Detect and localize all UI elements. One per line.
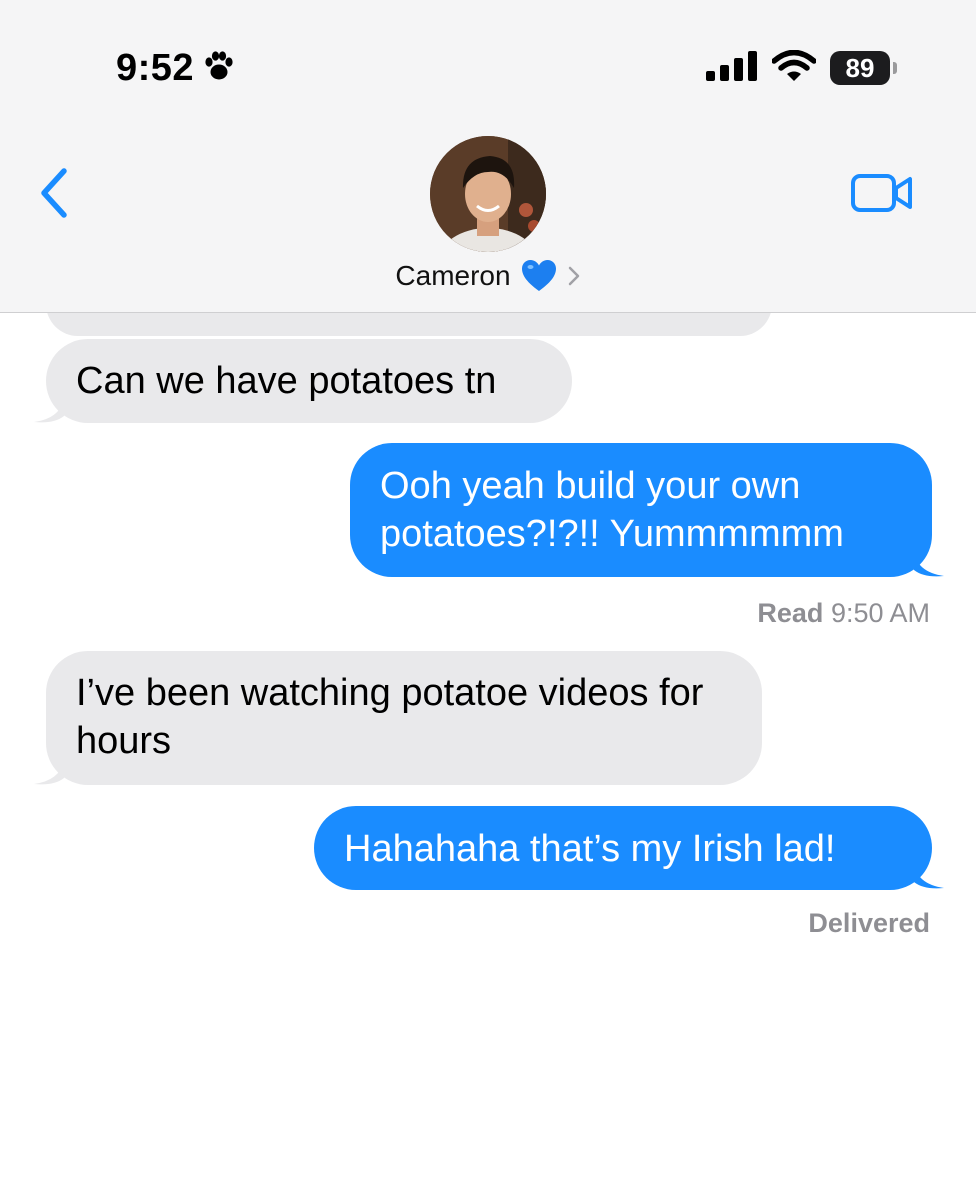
status-time: 9:52 — [116, 46, 195, 89]
wifi-icon — [771, 49, 817, 87]
status-bar-right: 89 — [706, 46, 897, 90]
read-label: Read — [757, 598, 824, 628]
message-bubble-outgoing[interactable]: Hahahaha that’s my Irish lad! — [314, 806, 932, 890]
back-button[interactable] — [30, 166, 78, 224]
message-text: Ooh yeah build your own potatoes?!?!! Yu… — [380, 465, 844, 555]
paw-icon — [202, 49, 236, 88]
message-text: I’ve been watching potatoe videos for ho… — [76, 672, 704, 762]
delivered-receipt: Delivered — [808, 908, 930, 939]
contact-avatar[interactable] — [430, 136, 546, 252]
battery-nub — [893, 62, 897, 74]
incoming-bubble-tail — [34, 758, 64, 785]
cellular-signal-icon — [706, 50, 758, 86]
conversation-header: 9:52 89 Cameron — [0, 0, 976, 313]
message-bubble-outgoing[interactable]: Ooh yeah build your own potatoes?!?!! Yu… — [350, 443, 932, 577]
video-camera-icon — [850, 172, 914, 219]
blue-heart-icon — [521, 259, 557, 293]
battery-level: 89 — [845, 52, 875, 83]
delivered-label: Delivered — [808, 908, 930, 938]
outgoing-bubble-tail — [914, 862, 944, 889]
battery-indicator: 89 — [830, 51, 897, 85]
outgoing-bubble-tail — [914, 550, 944, 577]
message-text: Can we have potatoes tn — [76, 360, 497, 402]
message-text: Hahahaha that’s my Irish lad! — [344, 828, 836, 870]
message-bubble-incoming[interactable]: I’ve been watching potatoe videos for ho… — [46, 651, 762, 785]
chevron-right-icon — [567, 265, 581, 287]
status-bar-left: 9:52 — [116, 44, 236, 92]
incoming-bubble-tail — [34, 396, 64, 423]
contact-name: Cameron — [395, 260, 511, 291]
chevron-left-icon — [39, 167, 69, 224]
contact-name-row[interactable]: Cameron — [0, 256, 976, 296]
message-bubble-incoming[interactable]: Can we have potatoes tn — [46, 339, 572, 423]
read-receipt: Read 9:50 AM — [757, 598, 930, 629]
read-time: 9:50 AM — [830, 598, 930, 628]
avatar-photo — [430, 136, 546, 252]
facetime-video-button[interactable] — [848, 170, 916, 220]
